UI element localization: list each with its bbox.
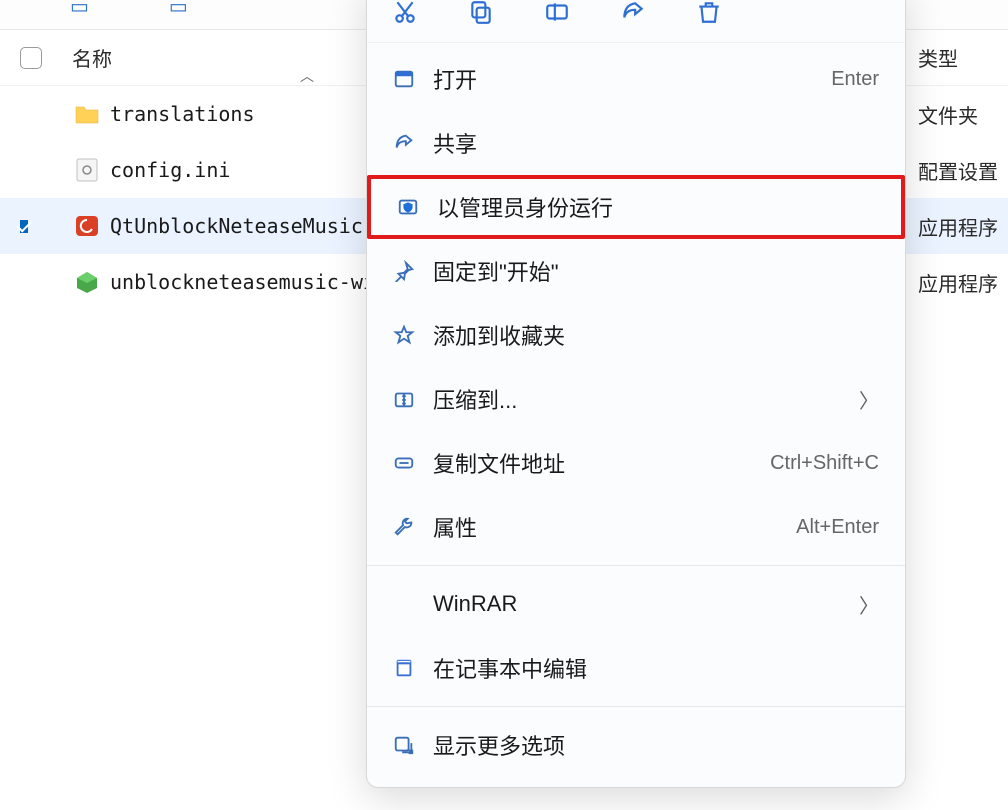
menu-label: 压缩到... — [433, 383, 859, 415]
path-icon — [393, 452, 433, 474]
file-name: translations — [110, 102, 255, 126]
app-icon — [72, 270, 102, 294]
shield-icon — [397, 196, 437, 218]
zip-icon — [393, 388, 433, 410]
type-column-pane: 类型 文件夹 配置设置 应用程序 应用程序 — [918, 30, 1008, 810]
menu-label: 复制文件地址 — [433, 447, 770, 479]
row-checkbox[interactable] — [20, 220, 28, 233]
context-action-bar — [367, 0, 905, 43]
app-icon — [72, 214, 102, 238]
chevron-right-icon: 〉 — [859, 590, 879, 619]
menu-label: 以管理员身份运行 — [437, 191, 875, 223]
menu-label: 添加到收藏夹 — [433, 319, 879, 351]
select-all-checkbox[interactable] — [20, 47, 42, 69]
file-type: 应用程序 — [918, 254, 1008, 310]
menu-label: 共享 — [433, 127, 879, 159]
column-header-type[interactable]: 类型 — [918, 30, 1008, 86]
notepad-icon — [393, 657, 433, 679]
file-type: 配置设置 — [918, 142, 1008, 198]
menu-item-copy-path[interactable]: 复制文件地址 Ctrl+Shift+C — [367, 431, 905, 495]
more-options-icon — [393, 734, 433, 756]
menu-label: 固定到"开始" — [433, 255, 879, 287]
column-label: 类型 — [918, 43, 958, 72]
wrench-icon — [393, 516, 433, 538]
column-label: 名称 — [72, 43, 112, 72]
menu-item-properties[interactable]: 属性 Alt+Enter — [367, 495, 905, 559]
menu-item-share[interactable]: 共享 — [367, 111, 905, 175]
toolbar-icon[interactable]: ▭ — [70, 0, 89, 19]
pin-icon — [393, 260, 433, 282]
copy-icon[interactable] — [467, 0, 495, 26]
menu-accelerator: Alt+Enter — [796, 516, 879, 539]
toolbar-icon[interactable]: ▭ — [169, 0, 188, 19]
menu-accelerator: Enter — [831, 68, 879, 91]
menu-separator — [367, 706, 905, 707]
menu-label: 属性 — [433, 511, 796, 543]
file-name: config.ini — [110, 158, 230, 182]
toolbar-icons: ▭ ▭ — [70, 0, 188, 19]
file-name: unblockneteasemusic-win — [110, 270, 387, 294]
share-action-icon[interactable] — [619, 0, 647, 26]
cut-icon[interactable] — [391, 0, 419, 26]
rename-icon[interactable] — [543, 0, 571, 26]
file-type: 文件夹 — [918, 86, 1008, 142]
menu-item-show-more[interactable]: 显示更多选项 — [367, 713, 905, 777]
menu-item-edit-notepad[interactable]: 在记事本中编辑 — [367, 636, 905, 700]
share-icon — [393, 132, 433, 154]
open-icon — [393, 68, 433, 90]
delete-icon[interactable] — [695, 0, 723, 26]
menu-label: WinRAR — [433, 591, 859, 617]
star-icon — [393, 324, 433, 346]
ini-file-icon — [72, 158, 102, 182]
menu-label: 在记事本中编辑 — [433, 652, 879, 684]
file-type: 应用程序 — [918, 198, 1008, 254]
menu-item-pin-start[interactable]: 固定到"开始" — [367, 239, 905, 303]
menu-accelerator: Ctrl+Shift+C — [770, 452, 879, 475]
menu-separator — [367, 565, 905, 566]
context-menu: 打开 Enter 共享 以管理员身份运行 固定到"开始" 添加到收藏夹 压缩到.… — [366, 0, 906, 788]
menu-label: 打开 — [433, 63, 831, 95]
menu-item-add-favorite[interactable]: 添加到收藏夹 — [367, 303, 905, 367]
menu-label: 显示更多选项 — [433, 729, 879, 761]
menu-item-run-as-admin[interactable]: 以管理员身份运行 — [367, 175, 905, 239]
sort-indicator-icon: ︿ — [300, 66, 314, 86]
menu-item-winrar[interactable]: WinRAR 〉 — [367, 572, 905, 636]
menu-item-open[interactable]: 打开 Enter — [367, 47, 905, 111]
chevron-right-icon: 〉 — [859, 385, 879, 414]
folder-icon — [72, 104, 102, 124]
file-name: QtUnblockNeteaseMusic.e — [110, 214, 387, 238]
menu-item-compress[interactable]: 压缩到... 〉 — [367, 367, 905, 431]
